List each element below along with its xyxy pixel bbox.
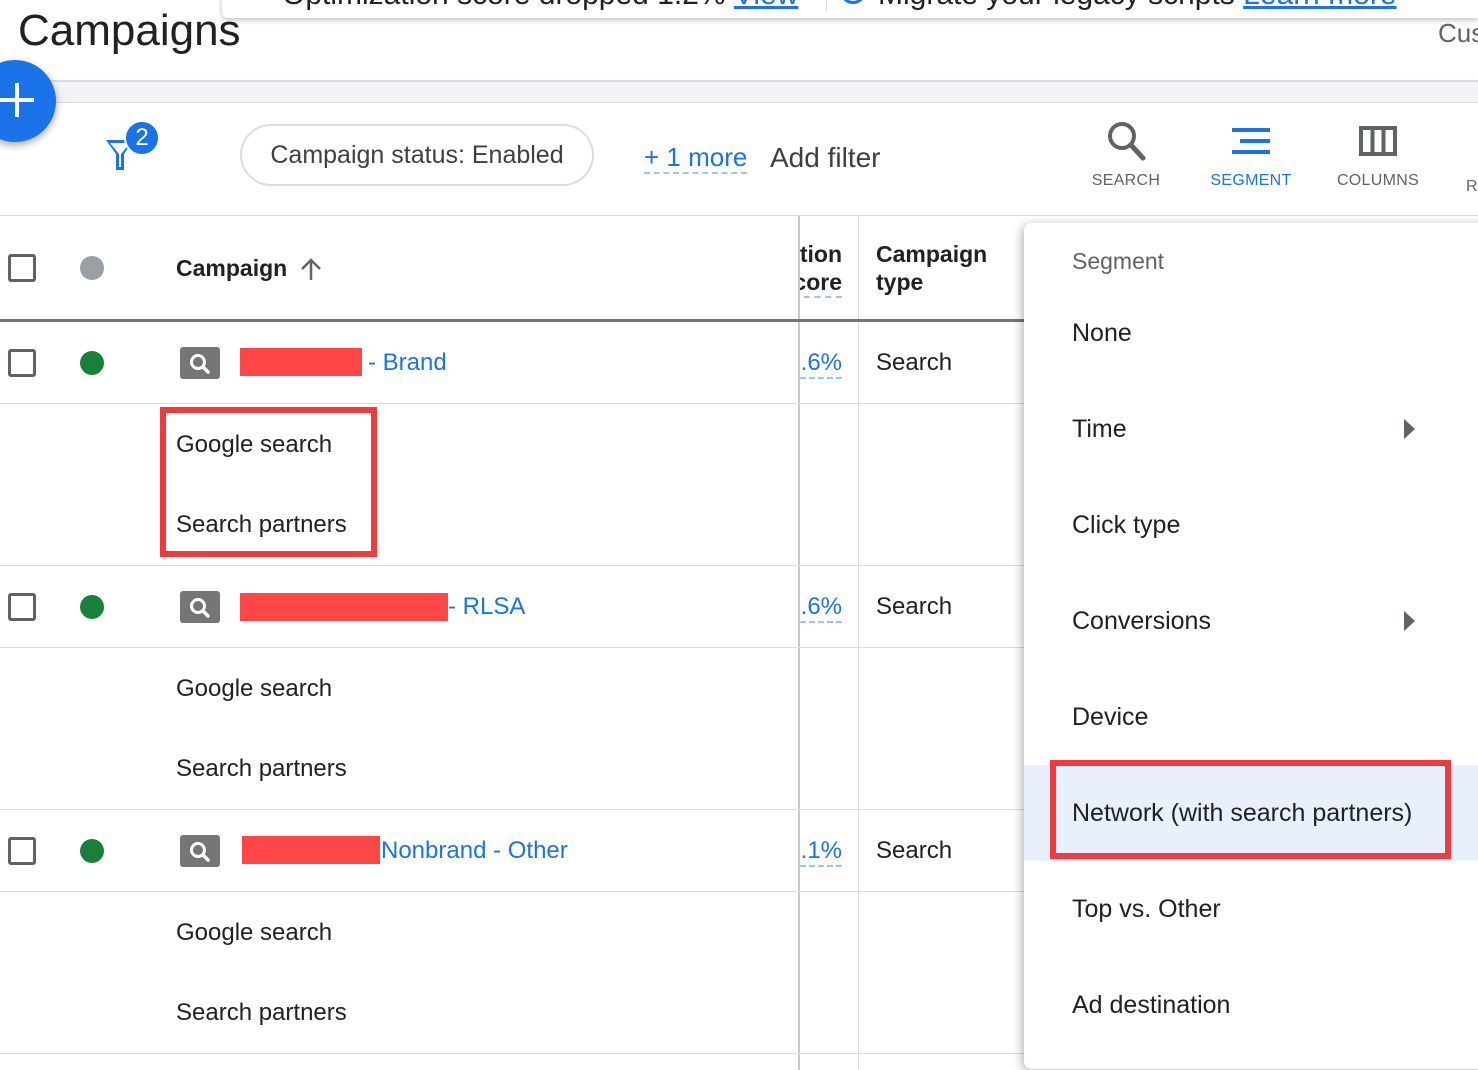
optimization-score[interactable]: 7.6% — [800, 593, 842, 623]
toolbar-band — [0, 82, 1478, 103]
columns-icon — [1359, 126, 1397, 156]
info-icon — [840, 0, 866, 4]
segment-label-google-search: Google search — [176, 919, 333, 946]
optimization-header-line2: core — [800, 268, 842, 298]
campaign-name-link[interactable]: - RLSA — [448, 593, 525, 621]
segment-menu-title: Segment — [1072, 248, 1165, 274]
select-all-checkbox[interactable] — [8, 254, 36, 282]
row-checkbox[interactable] — [8, 837, 36, 865]
page-title: Campaigns — [18, 6, 241, 55]
enabled-status-icon[interactable] — [80, 839, 104, 863]
redacted-campaign-name — [242, 836, 380, 864]
filter-count-badge: 2 — [124, 120, 160, 156]
campaign-status-filter-chip[interactable]: Campaign status: Enabled — [240, 124, 594, 186]
header-row-divider — [0, 319, 1025, 322]
menu-item-ad-destination[interactable]: Ad destination — [1024, 957, 1478, 1053]
enabled-status-icon[interactable] — [80, 595, 104, 619]
menu-item-label: Conversions — [1072, 607, 1211, 635]
segment-label-google-search: Google search — [176, 675, 333, 702]
menu-item-label: Click type — [1072, 511, 1181, 539]
campaign-column-header[interactable]: Campaign — [176, 254, 287, 282]
menu-item-device[interactable]: Device — [1024, 669, 1478, 765]
row-divider — [0, 403, 1025, 404]
menu-item-label: Top vs. Other — [1072, 895, 1221, 923]
menu-item-label: Time — [1072, 415, 1127, 443]
menu-item-label: Ad destination — [1072, 991, 1231, 1019]
column-divider — [858, 216, 859, 1070]
menu-item-conversions[interactable]: Conversions — [1024, 573, 1478, 669]
enabled-status-icon[interactable] — [80, 351, 104, 375]
optimization-header-line1: tion — [800, 241, 842, 267]
redacted-campaign-name — [240, 593, 448, 621]
notification-message-2: Migrate your legacy scripts — [878, 0, 1235, 11]
learn-more-link[interactable]: Learn more — [1243, 0, 1396, 11]
lightbulb-icon — [240, 0, 262, 6]
row-checkbox[interactable] — [8, 593, 36, 621]
optimization-score[interactable]: 7.6% — [800, 349, 842, 379]
type-header-line2: type — [876, 269, 924, 295]
campaign-type-column-header[interactable]: Campaign type — [876, 240, 987, 296]
segment-button[interactable]: SEGMENT — [1204, 120, 1298, 190]
notification-message: Optimization score dropped 1.2% — [282, 0, 726, 11]
segment-icon — [1232, 128, 1270, 154]
type-header-line1: Campaign — [876, 241, 988, 267]
status-column-header[interactable] — [80, 256, 104, 280]
row-divider — [0, 891, 1025, 892]
menu-item-label: Device — [1072, 703, 1149, 731]
menu-item-time[interactable]: Time — [1024, 381, 1478, 477]
search-campaign-icon — [180, 835, 220, 867]
campaign-name-link[interactable]: - Brand — [368, 349, 447, 377]
columns-button[interactable]: COLUMNS — [1330, 120, 1426, 190]
search-campaign-icon — [180, 347, 220, 379]
row-divider — [0, 1053, 1025, 1054]
filter-bar-divider — [0, 215, 1478, 216]
reports-button[interactable]: R — [1466, 178, 1478, 196]
segment-label-search-partners: Search partners — [176, 999, 347, 1026]
campaign-type-cell: Search — [876, 837, 953, 864]
search-button-label: SEARCH — [1091, 172, 1161, 189]
search-icon — [1108, 122, 1146, 161]
row-checkbox[interactable] — [8, 349, 36, 377]
highlight-annotation-box — [160, 407, 377, 557]
submenu-arrow-icon — [1404, 419, 1415, 439]
search-campaign-icon — [180, 591, 220, 623]
create-campaign-button[interactable] — [0, 60, 56, 142]
more-filters-link[interactable]: + 1 more — [644, 142, 748, 174]
notification-bar: Optimization score dropped 1.2% View Mig… — [222, 0, 1478, 18]
frozen-column-divider — [798, 216, 800, 1070]
campaign-type-cell: Search — [876, 349, 953, 376]
columns-button-label: COLUMNS — [1336, 172, 1420, 189]
redacted-campaign-name — [240, 348, 362, 376]
status-chip-label: Campaign status: Enabled — [270, 140, 564, 169]
menu-item-label: None — [1072, 319, 1132, 347]
menu-item-top-vs-other[interactable]: Top vs. Other — [1024, 861, 1478, 957]
segment-label-search-partners: Search partners — [176, 755, 347, 782]
menu-item-click-type[interactable]: Click type — [1024, 477, 1478, 573]
row-divider — [0, 809, 1025, 810]
row-divider — [0, 565, 1025, 566]
segment-button-label: SEGMENT — [1210, 172, 1292, 189]
campaign-type-cell: Search — [876, 593, 953, 620]
view-link[interactable]: View — [734, 0, 798, 11]
campaign-name-link[interactable]: Nonbrand - Other — [381, 837, 568, 865]
highlight-annotation-box — [1050, 760, 1451, 859]
notification-divider — [826, 0, 827, 12]
segment-menu: Segment None Time Click type Conversions… — [1024, 223, 1478, 1069]
optimization-score[interactable]: 3.1% — [800, 837, 842, 867]
menu-item-none[interactable]: None — [1024, 285, 1478, 381]
search-button[interactable]: SEARCH — [1086, 120, 1166, 190]
submenu-arrow-icon — [1404, 611, 1415, 631]
add-filter-button[interactable]: Add filter — [770, 142, 881, 174]
row-divider — [0, 647, 1025, 648]
sort-ascending-icon[interactable] — [298, 256, 324, 282]
customize-button[interactable]: Cus — [1438, 18, 1478, 49]
optimization-score-column-header[interactable]: tion core — [800, 240, 842, 298]
